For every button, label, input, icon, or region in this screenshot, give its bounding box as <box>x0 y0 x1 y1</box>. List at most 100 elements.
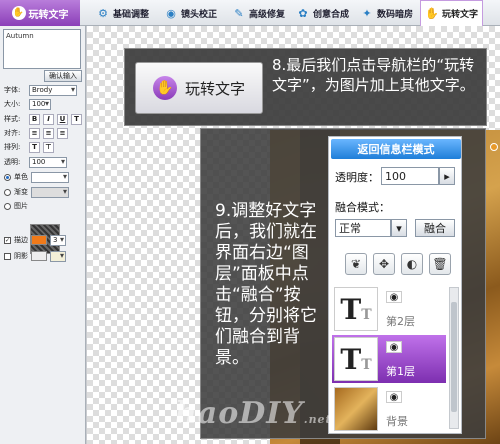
underline-button[interactable]: U <box>57 113 68 125</box>
vertical-layout-icon[interactable]: ⊤ <box>43 141 54 153</box>
layer-item[interactable]: ◉ 背景 <box>332 385 446 433</box>
nav-basic-adjust[interactable]: ⚙ 基础调整 <box>96 0 149 26</box>
gradient-select[interactable] <box>31 186 69 198</box>
nav-digital-darkroom[interactable]: ✦ 数码暗房 <box>360 0 413 26</box>
callout-marker-dot <box>490 143 498 151</box>
app-tab-text[interactable]: ✋ 玩转文字 <box>0 0 80 26</box>
opacity-input[interactable]: 100 <box>29 156 67 168</box>
nav-label: 镜头校正 <box>181 9 218 20</box>
blend-mode-select[interactable]: 正常 <box>335 219 391 237</box>
nav-label: 高级修复 <box>249 9 286 20</box>
blend-button[interactable]: 融合 <box>415 219 455 237</box>
nav-label: 基础调整 <box>113 9 150 20</box>
nav-label: 玩转文字 <box>442 10 479 20</box>
callout-8-text: 8.最后我们点击导航栏的“玩转文字”，为图片加上其他文字。 <box>272 56 475 94</box>
stroke-color-swatch[interactable] <box>31 235 47 245</box>
leaf-tool-icon[interactable]: ❦ <box>345 253 367 275</box>
layer-panel: 返回信息栏模式 透明度： 100 ▸ 融合模式： 正常 ▾ 融合 ❦ ✥ ◐ 🗑… <box>328 136 462 434</box>
layer-item-active[interactable]: TT ◉ 第1层 <box>332 335 446 383</box>
align-center-button[interactable]: ≡ <box>43 127 54 139</box>
layout-label: 排列: <box>4 143 21 151</box>
lens-icon: ◉ <box>166 6 176 20</box>
align-right-button[interactable]: ≡ <box>57 127 68 139</box>
back-to-info-button[interactable]: 返回信息栏模式 <box>331 139 461 159</box>
italic-button[interactable]: I <box>43 113 54 125</box>
stroke-checkbox[interactable]: ✓ <box>4 236 11 244</box>
layer-name: 第2层 <box>386 315 415 328</box>
callout-button-label: 玩转文字 <box>184 79 245 98</box>
text-properties-panel: Autumn 确认输入 字体: Brody 大小: 100 样式: B I U … <box>0 26 86 444</box>
layer-scrollbar[interactable] <box>449 287 459 429</box>
hand-text-icon: ✋ <box>11 6 26 20</box>
blend-mode-label: 融合模式： <box>335 201 390 214</box>
solid-row: 单色 <box>4 171 69 183</box>
font-label: 字体: <box>4 86 21 94</box>
darkroom-icon: ✦ <box>362 6 372 20</box>
nav-label: 数码暗房 <box>377 9 414 20</box>
style-label: 样式: <box>4 115 21 123</box>
repair-icon: ✎ <box>234 6 244 20</box>
layer-thumbnail: TT <box>334 337 378 381</box>
puzzle-tool-icon[interactable]: ✥ <box>373 253 395 275</box>
solid-radio[interactable] <box>4 173 11 181</box>
shadow-checkbox[interactable] <box>4 252 11 260</box>
gradient-radio[interactable] <box>4 188 11 196</box>
shadow-row: 阴影 <box>4 250 66 262</box>
hand-text-icon: ✋ <box>425 7 439 20</box>
callout-9-text: 9.调整好文字后，我们就在界面右边“图层”面板中点击“融合”按钮，分别将它们融合… <box>215 201 317 368</box>
image-radio[interactable] <box>4 202 11 210</box>
shadow-select[interactable] <box>50 250 66 262</box>
size-row: 大小: 100 <box>4 98 51 110</box>
size-select[interactable]: 100 <box>29 98 51 110</box>
nav-advanced-repair[interactable]: ✎ 高级修复 <box>232 0 285 26</box>
shadow-color-swatch[interactable] <box>31 251 47 261</box>
eye-icon[interactable]: ◉ <box>386 391 402 403</box>
shadow-label: 阴影 <box>14 252 28 260</box>
confirm-input-button[interactable]: 确认输入 <box>44 70 82 82</box>
blend-dropdown-button[interactable]: ▾ <box>391 219 407 237</box>
app-tab-label: 玩转文字 <box>28 9 69 21</box>
composite-icon: ✿ <box>298 6 308 20</box>
layer-thumbnail <box>334 387 378 431</box>
circle-tool-icon[interactable]: ◐ <box>401 253 423 275</box>
gradient-label: 渐变 <box>14 188 28 196</box>
layer-name: 背景 <box>386 415 408 428</box>
stroke-width-select[interactable]: 3 <box>50 234 66 246</box>
size-label: 大小: <box>4 100 21 108</box>
opacity-label: 透明: <box>4 158 21 166</box>
nav-creative-composite[interactable]: ✿ 创意合成 <box>296 0 349 26</box>
layer-item[interactable]: TT ◉ 第2层 <box>332 285 446 333</box>
nav-lens-correct[interactable]: ◉ 镜头校正 <box>164 0 217 26</box>
scrollbar-thumb[interactable] <box>451 302 457 412</box>
font-select[interactable]: Brody <box>29 84 77 96</box>
opacity-arrow-button[interactable]: ▸ <box>439 167 455 185</box>
strike-button[interactable]: T <box>71 113 82 125</box>
image-row: 图片 <box>4 200 28 212</box>
align-row: 对齐: ≡ ≡ ≡ <box>4 127 68 139</box>
opacity-row: 透明: 100 <box>4 156 67 168</box>
top-toolbar: ✋ 玩转文字 ⚙ 基础调整 ◉ 镜头校正 ✎ 高级修复 ✿ 创意合成 ✦ 数码暗… <box>0 0 500 26</box>
hand-text-icon: ✋ <box>152 76 177 100</box>
adjust-icon: ⚙ <box>98 6 108 20</box>
solid-color-select[interactable] <box>31 171 69 183</box>
bold-button[interactable]: B <box>29 113 40 125</box>
callout-pointer-line <box>416 26 417 48</box>
eye-icon[interactable]: ◉ <box>386 291 402 303</box>
align-left-button[interactable]: ≡ <box>29 127 40 139</box>
text-input[interactable]: Autumn <box>3 29 81 69</box>
layer-name: 第1层 <box>386 365 415 378</box>
gradient-row: 渐变 <box>4 186 69 198</box>
horizontal-layout-icon[interactable]: T <box>29 141 40 153</box>
layout-row: 排列: T ⊤ <box>4 141 54 153</box>
style-row: 样式: B I U T <box>4 113 82 125</box>
stroke-row: ✓ 描边 3 <box>4 234 66 246</box>
watermark: haoDIY.net <box>175 396 332 431</box>
align-label: 对齐: <box>4 129 21 137</box>
layer-thumbnail: TT <box>334 287 378 331</box>
trash-icon[interactable]: 🗑 <box>429 253 451 275</box>
image-label: 图片 <box>14 202 28 210</box>
eye-icon[interactable]: ◉ <box>386 341 402 353</box>
layer-opacity-input[interactable]: 100 <box>381 167 439 185</box>
nav-text-play[interactable]: ✋ 玩转文字 <box>420 0 484 26</box>
stroke-label: 描边 <box>14 236 28 244</box>
